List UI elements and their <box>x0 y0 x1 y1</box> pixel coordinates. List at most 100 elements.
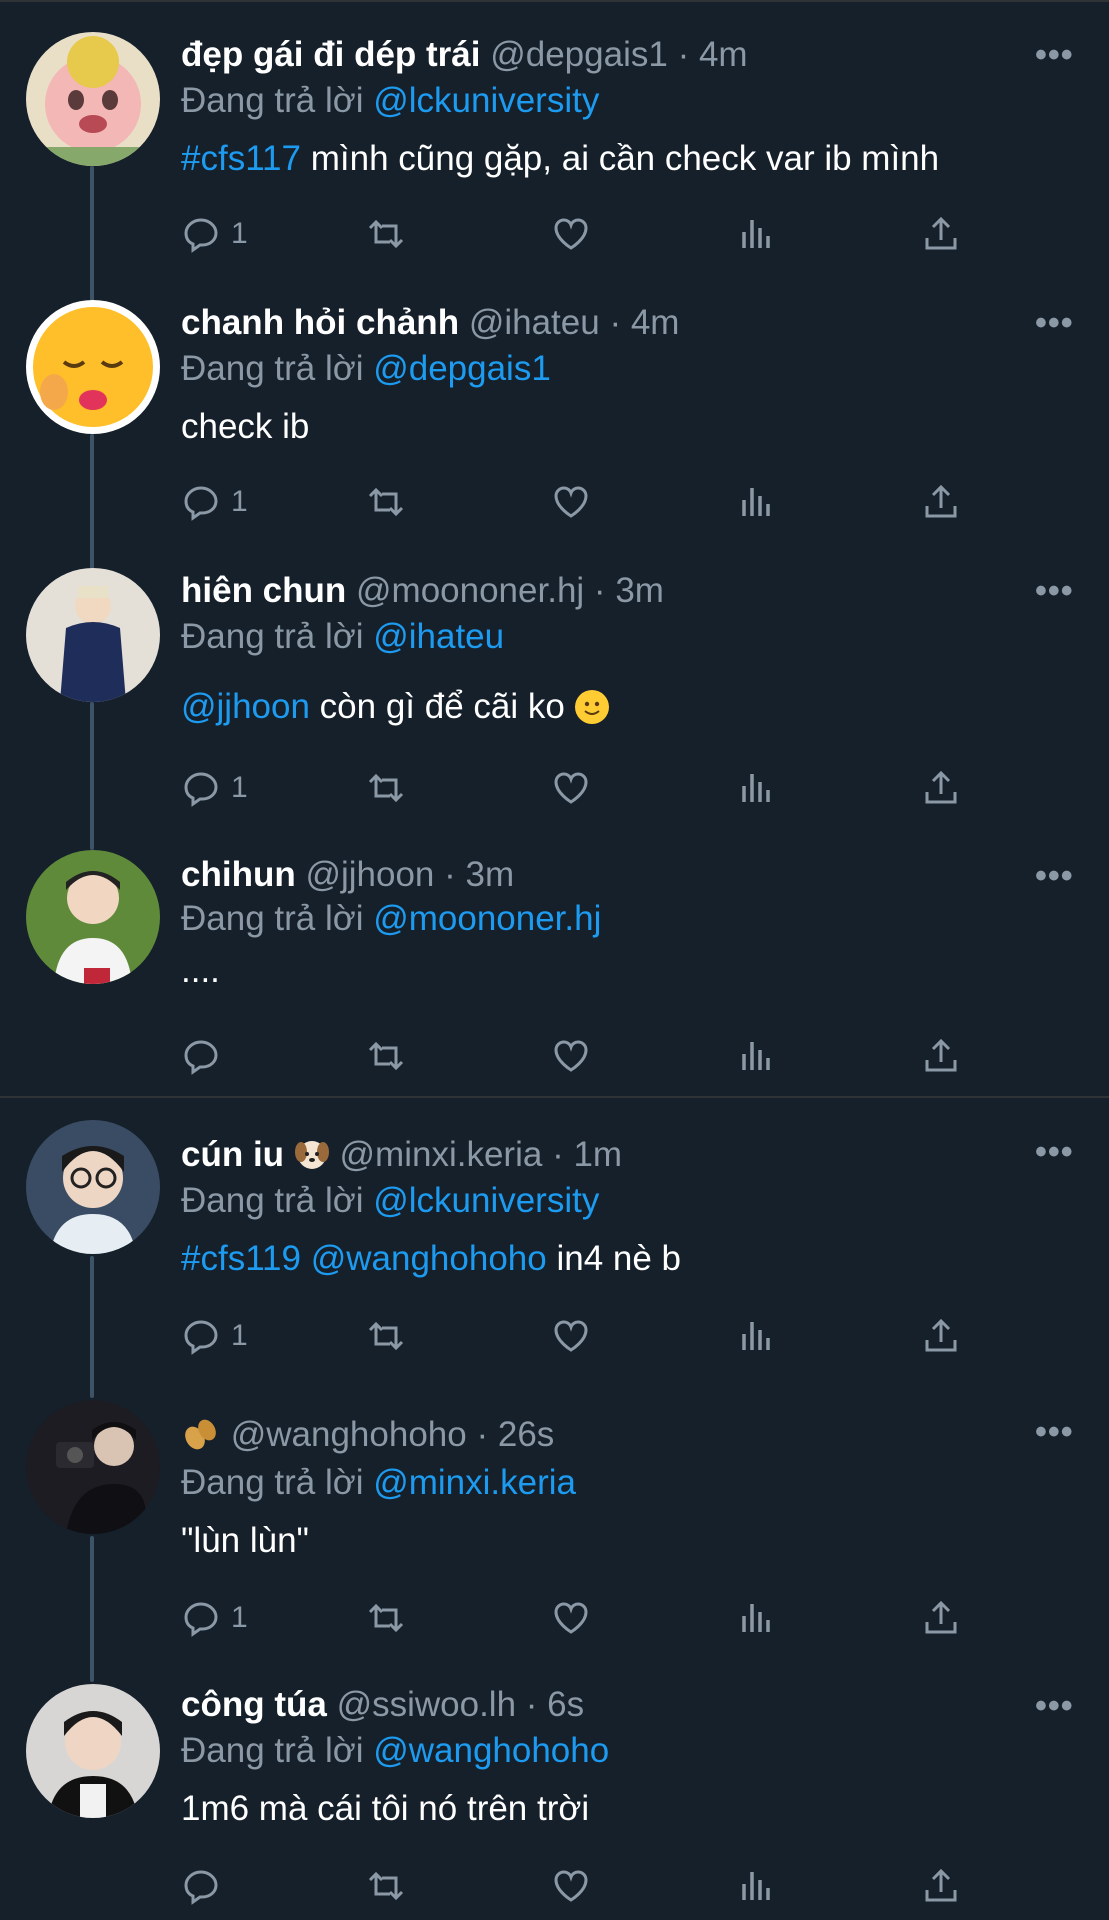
more-options-icon[interactable]: ••• <box>1035 574 1074 608</box>
reply-icon <box>184 1320 218 1355</box>
reply-mention-link[interactable]: @minxi.keria <box>373 1463 576 1502</box>
display-name[interactable]: chanh hỏi chảnh <box>181 303 459 342</box>
avatar[interactable] <box>26 1120 160 1254</box>
like-button[interactable] <box>551 766 591 810</box>
display-name[interactable]: đẹp gái đi dép trái <box>181 35 480 74</box>
tweet[interactable]: đẹp gái đi dép trái @depgais1 · 4m ••• Đ… <box>0 0 1109 280</box>
reply-prefix: Đang trả lời <box>181 81 364 120</box>
retweet-button[interactable] <box>366 1596 406 1640</box>
username[interactable]: @depgais1 <box>490 35 668 74</box>
share-button[interactable] <box>921 480 961 524</box>
share-button[interactable] <box>921 1034 961 1078</box>
retweet-button[interactable] <box>366 1314 406 1358</box>
hashtag-link[interactable]: #cfs119 <box>181 1239 301 1278</box>
timestamp[interactable]: 4m <box>699 35 748 74</box>
replying-to: Đang trả lời @lckuniversity <box>181 80 599 122</box>
reply-mention-link[interactable]: @wanghohoho <box>373 1731 609 1770</box>
reply-button[interactable]: 1 <box>181 1314 248 1358</box>
retweet-button[interactable] <box>366 1864 406 1908</box>
reply-button[interactable]: 1 <box>181 212 248 256</box>
reply-mention-link[interactable]: @lckuniversity <box>373 81 599 120</box>
tweet[interactable]: chanh hỏi chảnh @ihateu · 4m ••• Đang tr… <box>0 268 1109 536</box>
separator: · <box>593 571 606 610</box>
views-button[interactable] <box>736 1864 776 1908</box>
mention-link[interactable]: @wanghohoho <box>311 1239 547 1278</box>
retweet-icon <box>368 1041 404 1071</box>
views-button[interactable] <box>736 766 776 810</box>
timestamp[interactable]: 3m <box>615 571 664 610</box>
like-button[interactable] <box>551 480 591 524</box>
more-options-icon[interactable]: ••• <box>1035 1689 1074 1723</box>
reply-button[interactable] <box>181 1034 221 1078</box>
views-button[interactable] <box>736 1596 776 1640</box>
avatar[interactable] <box>26 32 160 166</box>
views-button[interactable] <box>736 1314 776 1358</box>
like-button[interactable] <box>551 1034 591 1078</box>
username[interactable]: @wanghohoho <box>231 1415 467 1454</box>
like-button[interactable] <box>551 212 591 256</box>
like-button[interactable] <box>551 1596 591 1640</box>
separator: · <box>525 1685 538 1724</box>
retweet-icon <box>368 1321 404 1351</box>
more-options-icon[interactable]: ••• <box>1035 1135 1074 1169</box>
tweet-text: 1m6 mà cái tôi nó trên trời <box>181 1788 589 1830</box>
avatar[interactable] <box>26 300 160 434</box>
mention-link[interactable]: @jjhoon <box>181 687 310 726</box>
share-icon <box>925 1318 957 1352</box>
username[interactable]: @moononer.hj <box>356 571 584 610</box>
username[interactable]: @minxi.keria <box>340 1135 543 1174</box>
heart-icon <box>554 1040 588 1072</box>
reply-button[interactable]: 1 <box>181 766 248 810</box>
avatar[interactable] <box>26 1400 160 1534</box>
views-button[interactable] <box>736 212 776 256</box>
display-name[interactable]: cún iu <box>181 1135 284 1174</box>
username[interactable]: @jjhoon <box>305 855 434 894</box>
tweet[interactable]: chihun @jjhoon · 3m ••• Đang trả lời @mo… <box>0 818 1109 1096</box>
share-button[interactable] <box>921 1314 961 1358</box>
like-button[interactable] <box>551 1314 591 1358</box>
reply-mention-link[interactable]: @ihateu <box>373 617 504 656</box>
retweet-button[interactable] <box>366 480 406 524</box>
like-button[interactable] <box>551 1864 591 1908</box>
slightly-smiling-face-icon <box>574 690 609 724</box>
share-button[interactable] <box>921 1596 961 1640</box>
more-options-icon[interactable]: ••• <box>1035 859 1074 893</box>
share-button[interactable] <box>921 1864 961 1908</box>
share-button[interactable] <box>921 766 961 810</box>
views-button[interactable] <box>736 480 776 524</box>
reply-button[interactable]: 1 <box>181 480 248 524</box>
tweet[interactable]: hiên chun @moononer.hj · 3m ••• Đang trả… <box>0 536 1109 818</box>
retweet-button[interactable] <box>366 766 406 810</box>
more-options-icon[interactable]: ••• <box>1035 38 1074 72</box>
timestamp[interactable]: 26s <box>498 1415 554 1454</box>
avatar[interactable] <box>26 850 160 984</box>
username[interactable]: @ssiwoo.lh <box>337 1685 516 1724</box>
reply-button[interactable] <box>181 1864 221 1908</box>
views-button[interactable] <box>736 1034 776 1078</box>
reply-mention-link[interactable]: @depgais1 <box>373 349 551 388</box>
tweet-actions: 1 <box>181 1314 981 1358</box>
timestamp[interactable]: 4m <box>631 303 680 342</box>
reply-button[interactable]: 1 <box>181 1596 248 1640</box>
retweet-button[interactable] <box>366 212 406 256</box>
timestamp[interactable]: 6s <box>547 1685 584 1724</box>
more-options-icon[interactable]: ••• <box>1035 1415 1074 1449</box>
tweet[interactable]: cún iu @minxi.keria · 1m ••• Đang trả lờ… <box>0 1098 1109 1380</box>
hashtag-link[interactable]: #cfs117 <box>181 139 301 178</box>
tweet[interactable]: @wanghohoho · 26s ••• Đang trả lời @minx… <box>0 1380 1109 1650</box>
display-name[interactable]: chihun <box>181 855 296 894</box>
avatar[interactable] <box>26 568 160 702</box>
reply-mention-link[interactable]: @moononer.hj <box>373 899 601 938</box>
retweet-button[interactable] <box>366 1034 406 1078</box>
retweet-icon <box>368 773 404 803</box>
timestamp[interactable]: 3m <box>466 855 515 894</box>
tweet[interactable]: công túa @ssiwoo.lh · 6s ••• Đang trả lờ… <box>0 1650 1109 1920</box>
avatar[interactable] <box>26 1684 160 1818</box>
display-name[interactable]: hiên chun <box>181 571 346 610</box>
more-options-icon[interactable]: ••• <box>1035 306 1074 340</box>
display-name[interactable]: công túa <box>181 1685 327 1724</box>
username[interactable]: @ihateu <box>469 303 600 342</box>
share-button[interactable] <box>921 212 961 256</box>
timestamp[interactable]: 1m <box>573 1135 622 1174</box>
reply-mention-link[interactable]: @lckuniversity <box>373 1181 599 1220</box>
